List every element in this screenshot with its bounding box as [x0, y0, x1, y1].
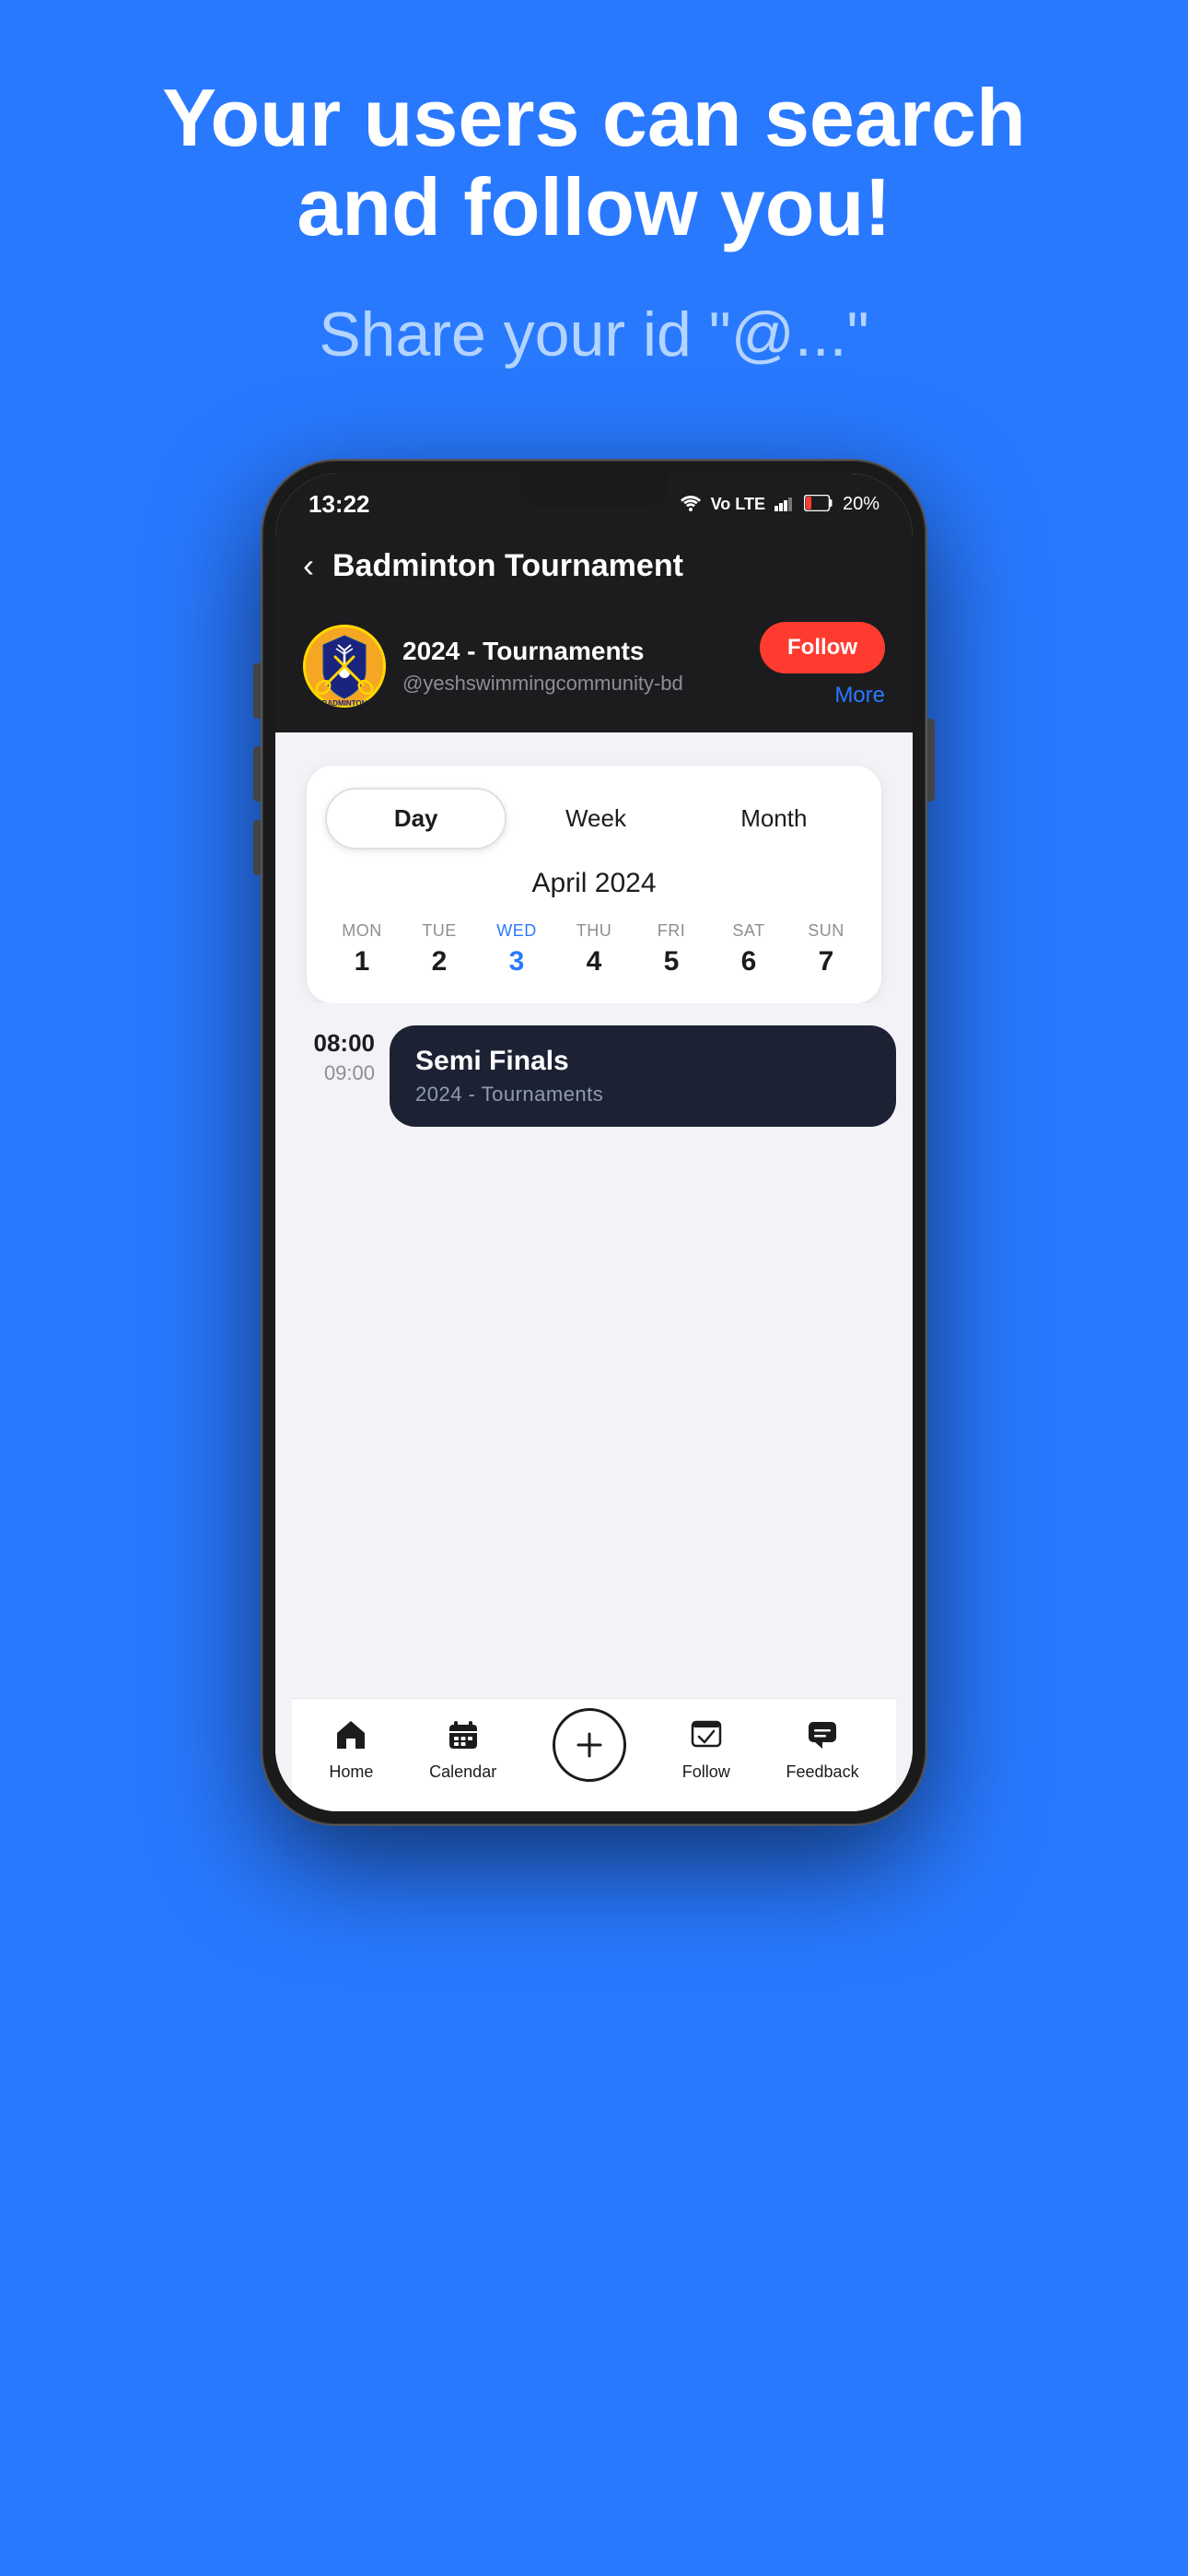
bottom-nav: Home [292, 1698, 896, 1811]
day-label: SAT [732, 921, 764, 941]
day-num-wed: 3 [509, 946, 525, 978]
day-col-fri: FRI 5 [635, 921, 708, 978]
events-area: 08:00 09:00 Semi Finals 2024 - Tournamen… [292, 1003, 896, 1698]
tab-week[interactable]: Week [507, 790, 684, 848]
day-label: TUE [422, 921, 457, 941]
avatar: BADMINTON [303, 625, 386, 708]
status-time: 13:22 [309, 490, 370, 519]
day-label: MON [342, 921, 382, 941]
view-tabs: Day Week Month [325, 788, 863, 849]
day-num: 2 [432, 946, 448, 978]
day-label-wed: WED [496, 921, 537, 941]
nav-label-calendar: Calendar [429, 1762, 496, 1782]
day-num: 4 [587, 946, 602, 978]
phone-screen: 13:22 Vo LTE [275, 474, 913, 1811]
nav-label-home: Home [329, 1762, 373, 1782]
home-icon [334, 1718, 367, 1757]
day-num: 7 [819, 946, 834, 978]
day-num: 6 [741, 946, 757, 978]
day-label: SUN [808, 921, 844, 941]
day-col-thu: THU 4 [557, 921, 631, 978]
feedback-icon [806, 1718, 839, 1757]
event-time-end: 09:00 [324, 1061, 375, 1085]
day-col-mon: MON 1 [325, 921, 399, 978]
day-num: 5 [664, 946, 680, 978]
day-col-sat: SAT 6 [712, 921, 786, 978]
back-button[interactable]: ‹ [303, 546, 314, 585]
signal-icon [775, 493, 795, 517]
event-time: 08:00 09:00 [292, 1025, 375, 1127]
profile-info: 2024 - Tournaments @yeshswimmingcommunit… [402, 637, 760, 696]
nav-label-feedback: Feedback [786, 1762, 859, 1782]
nav-item-follow[interactable]: Follow [682, 1718, 730, 1782]
profile-handle: @yeshswimmingcommunity-bd [402, 672, 760, 696]
more-link[interactable]: More [834, 683, 885, 710]
days-grid: MON 1 TUE 2 WED 3 THU 4 [325, 921, 863, 978]
battery-percent: 20% [843, 494, 879, 515]
nav-header: ‹ Badminton Tournament [275, 528, 913, 607]
day-num: 1 [355, 946, 370, 978]
svg-text:BADMINTON: BADMINTON [322, 699, 367, 708]
profile-section: BADMINTON 2024 - Tournaments @yeshswimmi… [275, 607, 913, 732]
event-time-start: 08:00 [314, 1029, 376, 1058]
phone-frame: 13:22 Vo LTE [262, 461, 926, 1824]
nav-item-feedback[interactable]: Feedback [786, 1718, 859, 1782]
page-title: Your users can search and follow you! [0, 74, 1188, 252]
calendar-card: Day Week Month April 2024 MON 1 TUE [307, 766, 881, 1003]
notch [520, 474, 668, 507]
event-subtitle: 2024 - Tournaments [415, 1083, 870, 1107]
day-label: FRI [658, 921, 686, 941]
tab-month[interactable]: Month [685, 790, 863, 848]
status-icons: Vo LTE [680, 493, 879, 517]
day-label: THU [577, 921, 612, 941]
screen-title: Badminton Tournament [332, 548, 683, 584]
nav-add-button[interactable] [553, 1708, 626, 1782]
page-subtitle: Share your id "@..." [0, 299, 1188, 370]
month-title: April 2024 [325, 868, 863, 899]
follow-icon [690, 1718, 723, 1757]
lte-icon: Vo LTE [711, 495, 765, 514]
event-card[interactable]: Semi Finals 2024 - Tournaments [390, 1025, 896, 1127]
nav-item-calendar[interactable]: Calendar [429, 1718, 496, 1782]
battery-icon [804, 493, 833, 517]
day-col-sun: SUN 7 [789, 921, 863, 978]
tab-day[interactable]: Day [325, 788, 507, 849]
profile-name: 2024 - Tournaments [402, 637, 760, 666]
follow-button[interactable]: Follow [760, 622, 885, 673]
day-col-tue: TUE 2 [402, 921, 476, 978]
nav-item-home[interactable]: Home [329, 1718, 373, 1782]
wifi-icon [680, 493, 702, 517]
nav-label-follow: Follow [682, 1762, 730, 1782]
day-col-wed[interactable]: WED 3 [480, 921, 553, 978]
event-title: Semi Finals [415, 1046, 870, 1077]
calendar-icon [447, 1718, 480, 1757]
event-row: 08:00 09:00 Semi Finals 2024 - Tournamen… [292, 1025, 896, 1127]
